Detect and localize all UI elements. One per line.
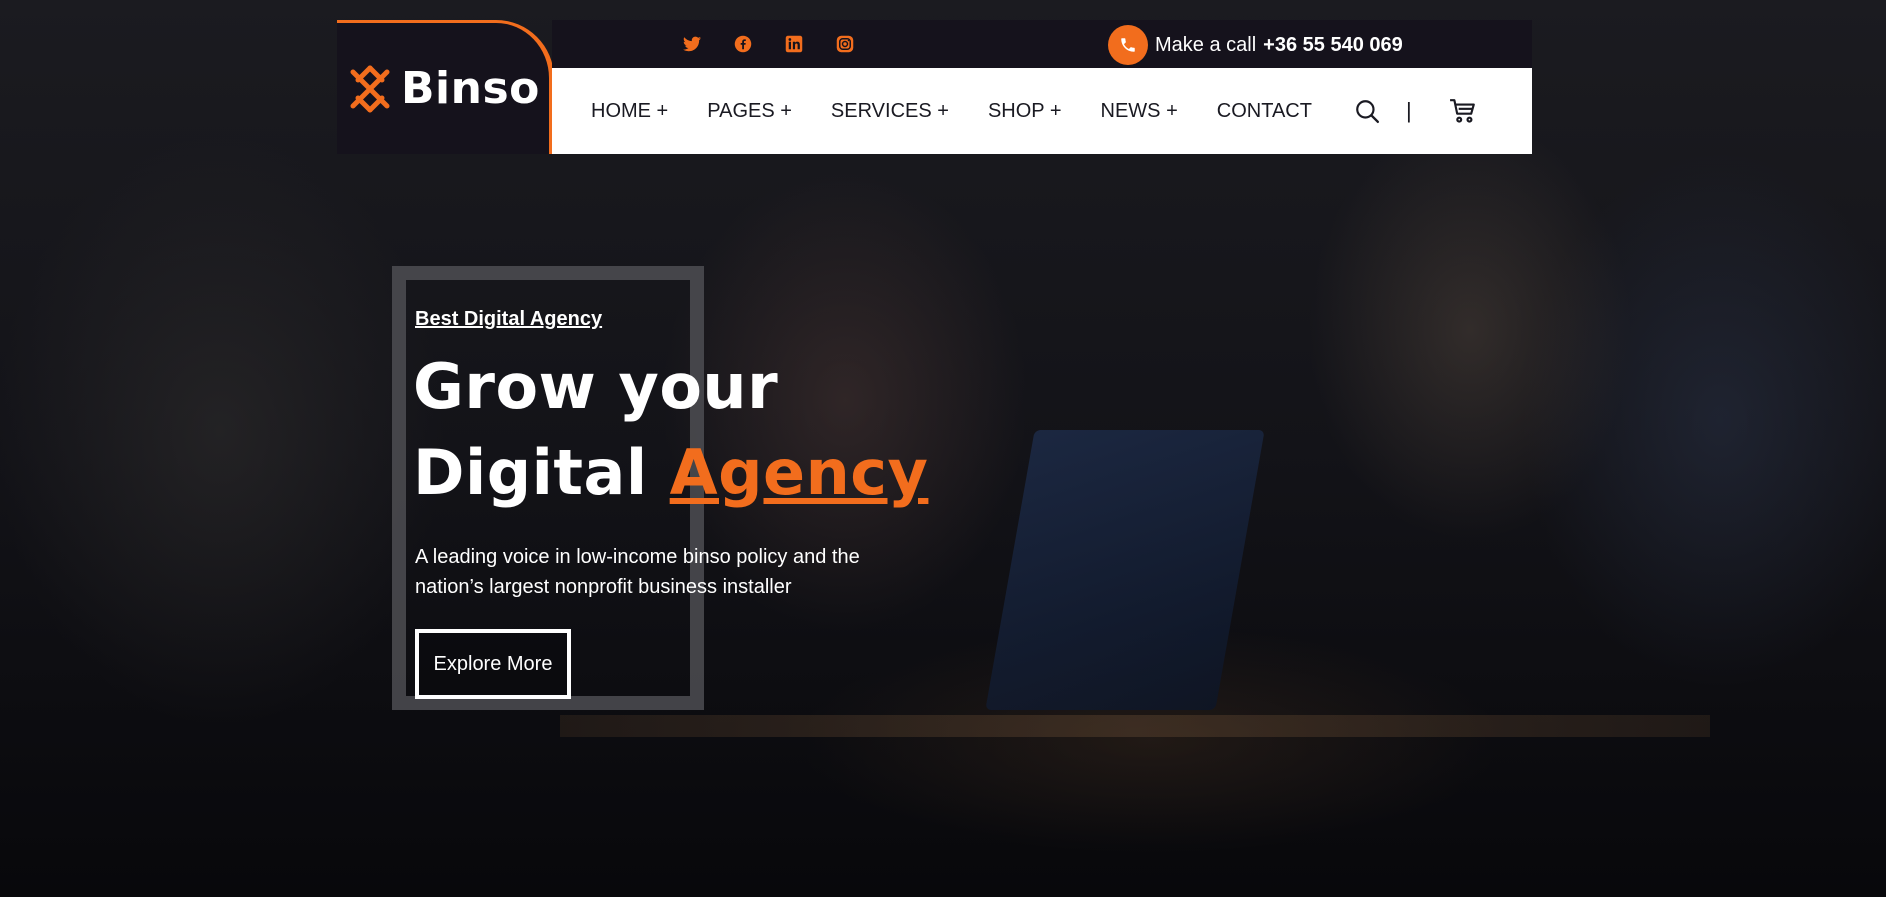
nav-tools: |	[1352, 68, 1478, 154]
hero-description: A leading voice in low-income binso poli…	[415, 546, 860, 598]
logo-mark-icon	[345, 64, 395, 114]
nav-menu: HOME + PAGES + SERVICES + SHOP + NEWS + …	[591, 68, 1351, 154]
social-links	[680, 32, 884, 56]
nav-divider: |	[1406, 98, 1412, 123]
nav-item-contact[interactable]: CONTACT	[1217, 100, 1312, 123]
main-navigation: HOME + PAGES + SERVICES + SHOP + NEWS + …	[552, 68, 1532, 154]
hero-title-line1: Grow your	[413, 350, 779, 423]
phone-number-link[interactable]: +36 55 540 069	[1263, 34, 1403, 57]
background-photo-table	[560, 715, 1710, 737]
nav-item-pages[interactable]: PAGES +	[707, 100, 792, 123]
hero-tagline: Best Digital Agency	[415, 308, 603, 330]
top-bar: Make a call +36 55 540 069	[552, 20, 1532, 68]
twitter-icon[interactable]	[680, 32, 704, 56]
explore-more-button[interactable]: Explore More	[415, 629, 571, 699]
nav-item-shop[interactable]: SHOP +	[988, 100, 1062, 123]
linkedin-icon[interactable]	[782, 32, 806, 56]
site-logo[interactable]: Binso	[337, 20, 554, 154]
search-icon[interactable]	[1352, 96, 1382, 126]
instagram-icon[interactable]	[833, 32, 857, 56]
hero-title-accent: Agency	[669, 436, 929, 509]
phone-icon	[1108, 25, 1148, 65]
facebook-icon[interactable]	[731, 32, 755, 56]
logo-text: Binso	[401, 63, 540, 114]
nav-item-services[interactable]: SERVICES +	[831, 100, 949, 123]
call-info[interactable]: Make a call +36 55 540 069	[1108, 25, 1403, 65]
hero-title-line2: Digital Agency	[413, 430, 928, 516]
nav-item-home[interactable]: HOME +	[591, 100, 668, 123]
hero-section: Binso Make a call +36 55 540 069 HOME + …	[0, 0, 1886, 897]
hero-title: Grow your Digital Agency	[413, 344, 928, 516]
call-label: Make a call	[1155, 33, 1257, 56]
background-photo-laptop	[985, 430, 1265, 710]
cart-icon[interactable]	[1448, 96, 1478, 126]
nav-item-news[interactable]: NEWS +	[1101, 100, 1178, 123]
hero-title-plain: Digital	[413, 436, 670, 509]
